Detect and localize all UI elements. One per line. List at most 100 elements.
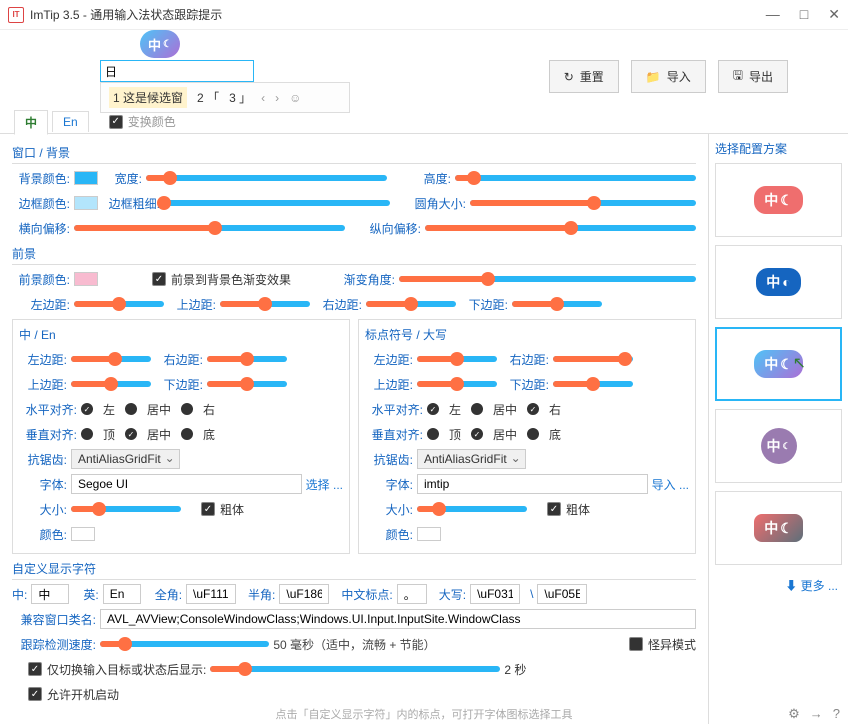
minimize-button[interactable]: — [766, 6, 780, 23]
question-icon[interactable]: ? [833, 706, 840, 722]
moon-icon: ☾ [163, 39, 172, 50]
maximize-button[interactable]: □ [800, 6, 808, 23]
save-icon: 🖫 [733, 66, 743, 87]
arrow-right-icon[interactable]: → [810, 706, 823, 722]
import-button[interactable]: 📁导入 [631, 60, 706, 93]
punct-bottom-slider[interactable] [553, 381, 633, 387]
zhen-color-swatch[interactable] [71, 527, 95, 541]
punct-import-font[interactable]: 导入 ... [652, 476, 689, 493]
fgcolor-swatch[interactable] [74, 272, 98, 286]
custom-cnpunct-input[interactable] [397, 584, 427, 604]
moon-icon: ☾ [782, 441, 790, 452]
zhen-bottom-slider[interactable] [207, 381, 287, 387]
punct-font-input[interactable] [417, 474, 648, 494]
track-row: 跟踪检测速度: 50 毫秒（适中，流畅 + 节能） 怪异模式 [12, 634, 696, 654]
scheme-3[interactable]: 中☾ ↖ [715, 327, 842, 401]
zhen-antialias-select[interactable]: AntiAliasGridFit [71, 449, 180, 469]
circle-icon: ◐ [782, 274, 790, 290]
zhen-halign-group[interactable]: 左 居中 右 [81, 401, 215, 418]
moon-icon: ☾ [780, 192, 793, 209]
switch-only-row: 仅切换输入目标或状态后显示: 2 秒 [12, 659, 696, 679]
punct-size-slider[interactable] [417, 506, 527, 512]
scheme-5[interactable]: 中☾ [715, 491, 842, 565]
zhen-right-slider[interactable] [207, 356, 287, 362]
moon-icon: ☾ [780, 520, 793, 537]
section-custom-chars: 自定义显示字符 中: 英: 全角: 半角: 中文标点: 大写: \ [12, 558, 696, 604]
custom-caps-input[interactable] [470, 584, 520, 604]
section-foreground: 前景 前景颜色: 前景到背景色渐变效果 渐变角度: 左边距: 上边距: 右边距:… [12, 243, 696, 314]
change-color-check[interactable]: 变换颜色 [109, 113, 176, 130]
close-button[interactable]: ✕ [828, 6, 840, 23]
folder-icon: 📁 [646, 70, 661, 84]
reset-button[interactable]: ↻重置 [549, 60, 619, 93]
scheme-1[interactable]: 中☾ [715, 163, 842, 237]
autostart-check[interactable]: 允许开机启动 [28, 686, 119, 703]
height-slider[interactable] [455, 175, 696, 181]
more-schemes-link[interactable]: ⬇ 更多 ... [715, 573, 842, 598]
preview-badge-text: 中 [148, 35, 161, 54]
zhen-valign-group[interactable]: 顶 居中 底 [81, 426, 215, 443]
scheme-2[interactable]: 中◐ [715, 245, 842, 319]
export-button[interactable]: 🖫导出 [718, 60, 788, 93]
preview-input[interactable] [100, 60, 254, 82]
section-punct: 标点符号 / 大写 左边距: 右边距: 上边距: 下边距: 水平对齐: 左 居中… [358, 319, 696, 554]
tab-en[interactable]: En [52, 111, 89, 132]
section-zhen: 中 / En 左边距: 右边距: 上边距: 下边距: 水平对齐: 左 居中 右 … [12, 319, 350, 554]
custom-half-input[interactable] [279, 584, 329, 604]
zhen-left-slider[interactable] [71, 356, 151, 362]
smile-icon: ☺ [289, 91, 301, 105]
width-slider[interactable] [146, 175, 387, 181]
punct-halign-group[interactable]: 左 居中 右 [427, 401, 561, 418]
fg-bottom-slider[interactable] [512, 301, 602, 307]
switch-only-check[interactable]: 仅切换输入目标或状态后显示: [28, 661, 206, 678]
fg-right-slider[interactable] [366, 301, 456, 307]
footer-hint: 点击「自定义显示字符」内的标点，可打开字体图标选择工具 [0, 706, 848, 722]
settings-icon[interactable]: ⚙ [788, 706, 800, 722]
compat-row: 兼容窗口类名: [12, 609, 696, 629]
scheme-4[interactable]: 中☾ [715, 409, 842, 483]
punct-right-slider[interactable] [553, 356, 633, 362]
punct-bold-check[interactable]: 粗体 [547, 501, 590, 518]
custom-en-input[interactable] [103, 584, 141, 604]
gradient-check[interactable]: 前景到背景色渐变效果 [152, 271, 291, 288]
preview-area: 中☾ 1 这是候选窗 2 「 3 」 ‹ › ☺ ↻重置 📁导入 🖫导出 [0, 30, 848, 110]
tab-zh[interactable]: 中 [14, 110, 48, 135]
titlebar: IT ImTip 3.5 - 通用输入法状态跟踪提示 — □ ✕ [0, 0, 848, 30]
custom-zh-input[interactable] [31, 584, 69, 604]
radius-slider[interactable] [470, 200, 696, 206]
grad-angle-slider[interactable] [399, 276, 696, 282]
hoffset-slider[interactable] [74, 225, 345, 231]
border-color-swatch[interactable] [74, 196, 98, 210]
zhen-top-slider[interactable] [71, 381, 151, 387]
chevron-left-icon: ‹ [261, 91, 265, 105]
zhen-choose-font[interactable]: 选择 ... [306, 476, 343, 493]
punct-antialias-select[interactable]: AntiAliasGridFit [417, 449, 526, 469]
fg-left-slider[interactable] [74, 301, 164, 307]
download-icon: ⬇ [785, 579, 797, 593]
moon-icon: ☾ [780, 356, 793, 373]
border-thick-slider[interactable] [164, 200, 390, 206]
scheme-panel: 选择配置方案 中☾ 中◐ 中☾ ↖ 中☾ 中☾ ⬇ 更多 ... [708, 134, 848, 724]
punct-color-swatch[interactable] [417, 527, 441, 541]
custom-full-input[interactable] [186, 584, 236, 604]
zhen-size-slider[interactable] [71, 506, 181, 512]
punct-left-slider[interactable] [417, 356, 497, 362]
bgcolor-swatch[interactable] [74, 171, 98, 185]
punct-valign-group[interactable]: 顶 居中 底 [427, 426, 561, 443]
custom-slash-input[interactable] [537, 584, 587, 604]
zhen-font-input[interactable] [71, 474, 302, 494]
switch-only-slider[interactable] [210, 666, 500, 672]
fg-top-slider[interactable] [220, 301, 310, 307]
preview-badge: 中☾ [140, 30, 180, 58]
voffset-slider[interactable] [425, 225, 696, 231]
scheme-title: 选择配置方案 [715, 140, 842, 157]
punct-top-slider[interactable] [417, 381, 497, 387]
weird-mode-check[interactable]: 怪异模式 [629, 636, 696, 653]
app-icon: IT [8, 7, 24, 23]
track-speed-slider[interactable] [100, 641, 269, 647]
compat-input[interactable] [100, 609, 696, 629]
candidate-window[interactable]: 1 这是候选窗 2 「 3 」 ‹ › ☺ [100, 82, 350, 113]
zhen-bold-check[interactable]: 粗体 [201, 501, 244, 518]
refresh-icon: ↻ [564, 70, 574, 84]
tabs: 中 En 变换颜色 [0, 110, 848, 134]
